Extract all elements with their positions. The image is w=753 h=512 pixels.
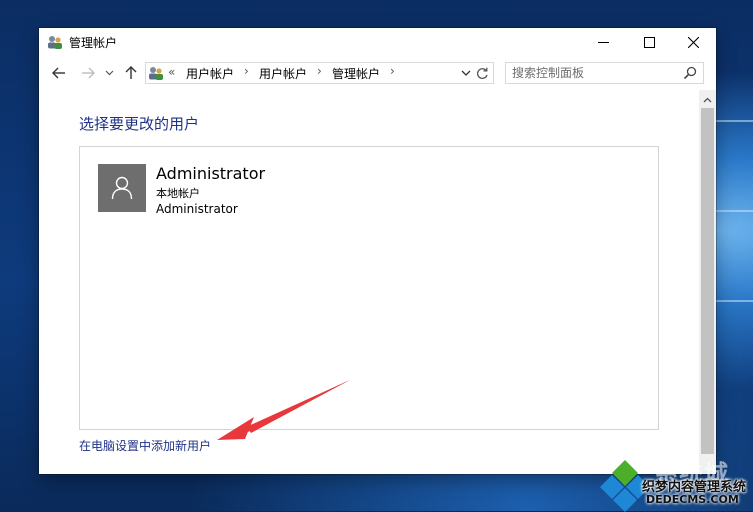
refresh-button[interactable] — [473, 64, 491, 82]
breadcrumb-separator-icon[interactable]: › — [317, 64, 322, 78]
light-beam — [713, 210, 753, 212]
chevron-down-icon — [105, 70, 113, 76]
control-panel-icon — [149, 67, 163, 80]
vertical-scrollbar[interactable] — [699, 90, 716, 474]
close-button[interactable] — [670, 28, 716, 56]
users-icon — [48, 36, 62, 49]
back-arrow-icon — [52, 67, 65, 79]
breadcrumb-item[interactable]: 管理帐户 — [332, 65, 380, 82]
page-title: 选择要更改的用户 — [79, 115, 200, 133]
manage-accounts-window: 管理帐户 « 用户帐户 › 用户帐户 › 管理帐户 › 搜索控制面板 选择要更改… — [39, 28, 716, 474]
chevron-down-icon[interactable] — [459, 66, 473, 80]
breadcrumb-separator-icon[interactable]: › — [390, 64, 395, 78]
site-watermark: 系统城 织梦内容管理系统 DEDECMS.COM — [598, 452, 753, 512]
breadcrumb-item[interactable]: 用户帐户 — [186, 65, 234, 82]
watermark-domain: DEDECMS.COM — [646, 493, 739, 506]
user-icon — [111, 176, 133, 200]
scroll-up-button[interactable] — [699, 93, 716, 107]
maximize-icon — [643, 36, 655, 48]
avatar — [98, 164, 146, 212]
scroll-thumb[interactable] — [701, 108, 714, 454]
breadcrumb-item[interactable]: 用户帐户 — [259, 65, 307, 82]
user-list: Administrator 本地帐户 Administrator — [79, 146, 659, 430]
user-tile-administrator[interactable]: Administrator 本地帐户 Administrator — [98, 164, 298, 220]
up-arrow-icon — [125, 66, 137, 79]
chevron-up-icon — [703, 97, 712, 103]
back-button[interactable] — [50, 64, 68, 82]
maximize-button[interactable] — [626, 28, 672, 56]
recent-locations-button[interactable] — [102, 64, 116, 82]
close-icon — [687, 36, 699, 48]
content-area: 选择要更改的用户 Administrator 本地帐户 Administrato… — [39, 90, 699, 474]
navigation-toolbar: « 用户帐户 › 用户帐户 › 管理帐户 › — [39, 56, 716, 90]
title-bar[interactable]: 管理帐户 — [39, 28, 716, 56]
search-icon[interactable] — [683, 66, 697, 80]
breadcrumb-separator-icon[interactable]: › — [244, 64, 249, 78]
search-box[interactable] — [505, 62, 704, 84]
address-bar[interactable]: « 用户帐户 › 用户帐户 › 管理帐户 › — [145, 62, 494, 84]
window-title: 管理帐户 — [69, 36, 118, 50]
user-account-type: 本地帐户 — [156, 187, 200, 200]
add-new-user-link[interactable]: 在电脑设置中添加新用户 — [79, 437, 211, 454]
user-name: Administrator — [156, 164, 266, 183]
breadcrumb-overflow[interactable]: « — [168, 65, 175, 79]
minimize-button[interactable] — [580, 28, 626, 56]
user-role: Administrator — [156, 202, 238, 216]
up-button[interactable] — [122, 64, 140, 82]
search-input[interactable] — [506, 63, 682, 83]
forward-arrow-icon — [82, 67, 95, 79]
minimize-icon — [597, 41, 609, 43]
forward-button[interactable] — [79, 64, 97, 82]
refresh-icon — [476, 67, 488, 79]
